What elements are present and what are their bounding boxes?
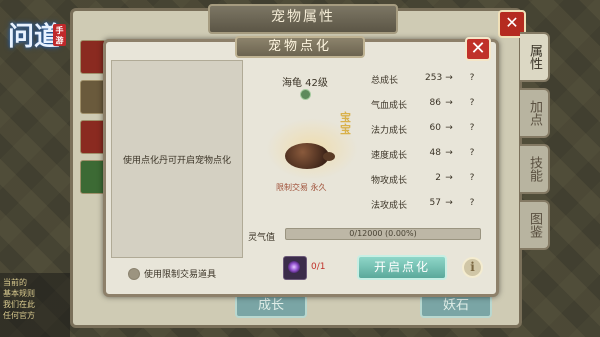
arrow-icon: → [445,98,453,108]
item-count: 0/1 [311,262,326,272]
stat-label: 法攻成长 [371,201,408,211]
tab-attributes[interactable]: 属性 [520,32,550,82]
energy-progress-text: 0/12000 (0.00%) [349,229,417,238]
arrow-icon: → [445,173,453,183]
stat-new-value: ? [469,198,475,208]
growth-button[interactable]: 成长 [235,294,307,318]
enlighten-hint-panel: 使用点化丹可开启宠物点化 [111,60,243,258]
pet-name: 海龟 42级 [282,78,328,89]
restricted-item-toggle[interactable]: 使用限制交易道具 [128,267,216,280]
arrow-icon: → [445,198,453,208]
dialog-title: 宠物点化 [235,36,365,58]
stat-value: 60 [429,123,441,133]
stat-new-value: ? [469,73,475,83]
stat-value: 86 [429,98,441,108]
baby-tag: 宝宝 [340,111,351,136]
stat-label: 速度成长 [371,151,408,161]
stat-new-value: ? [469,123,475,133]
restricted-item-label: 使用限制交易道具 [144,270,217,280]
arrow-icon: → [445,123,453,133]
pet-type-icon [300,89,311,100]
info-button[interactable]: i [462,257,483,278]
game-logo: 问道 手游 [8,22,66,92]
turtle-head [323,152,335,161]
stat-label: 气血成长 [371,101,408,111]
stat-value: 253 [425,73,443,83]
chat-line: 基本规则 [3,289,35,298]
enlighten-hint-text: 使用点化丹可开启宠物点化 [122,155,231,166]
stat-value: 2 [435,173,441,183]
stat-new-value: ? [469,98,475,108]
start-enlighten-button[interactable]: 开启点化 [357,255,447,280]
chat-line: 当前的 [3,278,27,287]
tab-skills[interactable]: 技能 [520,144,550,194]
demon-stone-button[interactable]: 妖石 [420,294,492,318]
chat-line: 任何官方 [3,311,35,320]
arrow-icon: → [445,148,453,158]
stat-value: 57 [429,198,441,208]
dialog-close-button[interactable]: ✕ [465,37,491,61]
arrow-icon: → [445,73,453,83]
tab-codex[interactable]: 图鉴 [520,200,550,250]
side-tabs: 属性 加点 技能 图鉴 [520,32,554,256]
stat-value: 48 [429,148,441,158]
stat-label: 法力成长 [371,126,408,136]
stat-new-value: ? [469,173,475,183]
chat-panel[interactable]: 当前的 基本规则 我们在此 任何官方 [0,273,70,337]
energy-label: 灵气值 [248,233,276,243]
chat-line: 我们在此 [3,300,35,309]
stat-label: 物攻成长 [371,176,408,186]
logo-badge: 手游 [53,24,66,46]
restricted-item-checkbox[interactable] [128,267,140,280]
pet-attributes-title: 宠物属性 [208,4,398,34]
trade-restriction-label: 限制交易 永久 [276,183,327,192]
purple-orb-icon [288,261,300,273]
stat-new-value: ? [469,148,475,158]
stat-label: 总成长 [371,76,399,86]
tab-add-points[interactable]: 加点 [520,88,550,138]
